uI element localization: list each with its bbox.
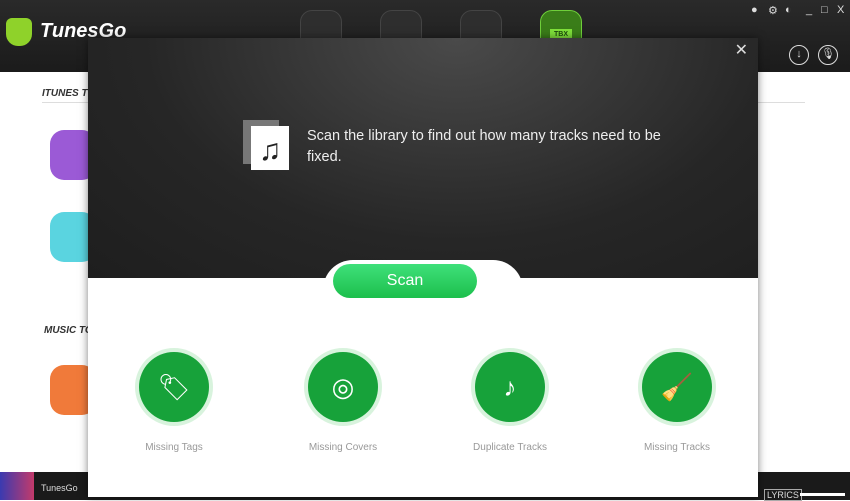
window-close-icon[interactable]: X bbox=[837, 4, 844, 16]
scan-button[interactable]: Scan bbox=[333, 264, 477, 298]
missing-covers-tool[interactable]: ◎ Missing Covers bbox=[283, 348, 403, 453]
duplicate-file-icon: ♪ bbox=[475, 352, 545, 422]
album-art bbox=[0, 472, 34, 500]
user-icon[interactable]: ● bbox=[751, 4, 758, 16]
tool-label: Missing Covers bbox=[308, 442, 378, 453]
tool-label: Missing Tags bbox=[145, 442, 203, 453]
section-itunes-label: ITUNES T bbox=[42, 88, 88, 99]
app-logo-icon bbox=[6, 18, 32, 46]
tool-label: Missing Tracks bbox=[643, 442, 711, 453]
disc-icon: ◎ bbox=[308, 352, 378, 422]
toggle-icon[interactable]: ◐ bbox=[785, 4, 792, 16]
fix-library-dialog: ✕ ♫ Scan the library to find out how man… bbox=[88, 38, 758, 497]
missing-tracks-tool[interactable]: 🧹 Missing Tracks bbox=[617, 348, 737, 453]
volume-slider[interactable] bbox=[800, 493, 845, 496]
duplicate-tracks-tool[interactable]: ♪ Duplicate Tracks bbox=[450, 348, 570, 453]
microphone-icon[interactable]: 🎙 bbox=[818, 45, 838, 65]
svg-text:♫: ♫ bbox=[259, 134, 282, 167]
tag-icon: 🏷 bbox=[139, 352, 209, 422]
broom-icon: 🧹 bbox=[642, 352, 712, 422]
missing-tags-tool[interactable]: 🏷 Missing Tags bbox=[114, 348, 234, 453]
player-title: TunesGo bbox=[41, 483, 78, 493]
download-icon[interactable]: ↓ bbox=[789, 45, 809, 65]
maximize-icon[interactable]: □ bbox=[821, 4, 828, 16]
minimize-icon[interactable]: _ bbox=[806, 4, 812, 16]
gear-icon[interactable]: ⚙ bbox=[768, 4, 778, 17]
scan-message: Scan the library to find out how many tr… bbox=[307, 128, 661, 165]
close-icon[interactable]: ✕ bbox=[735, 40, 748, 60]
music-file-icon: ♫ bbox=[243, 120, 289, 170]
lyrics-button[interactable]: LYRICS bbox=[764, 489, 802, 501]
tool-label: Duplicate Tracks bbox=[473, 442, 547, 453]
section-music-label: MUSIC TO bbox=[44, 325, 93, 336]
